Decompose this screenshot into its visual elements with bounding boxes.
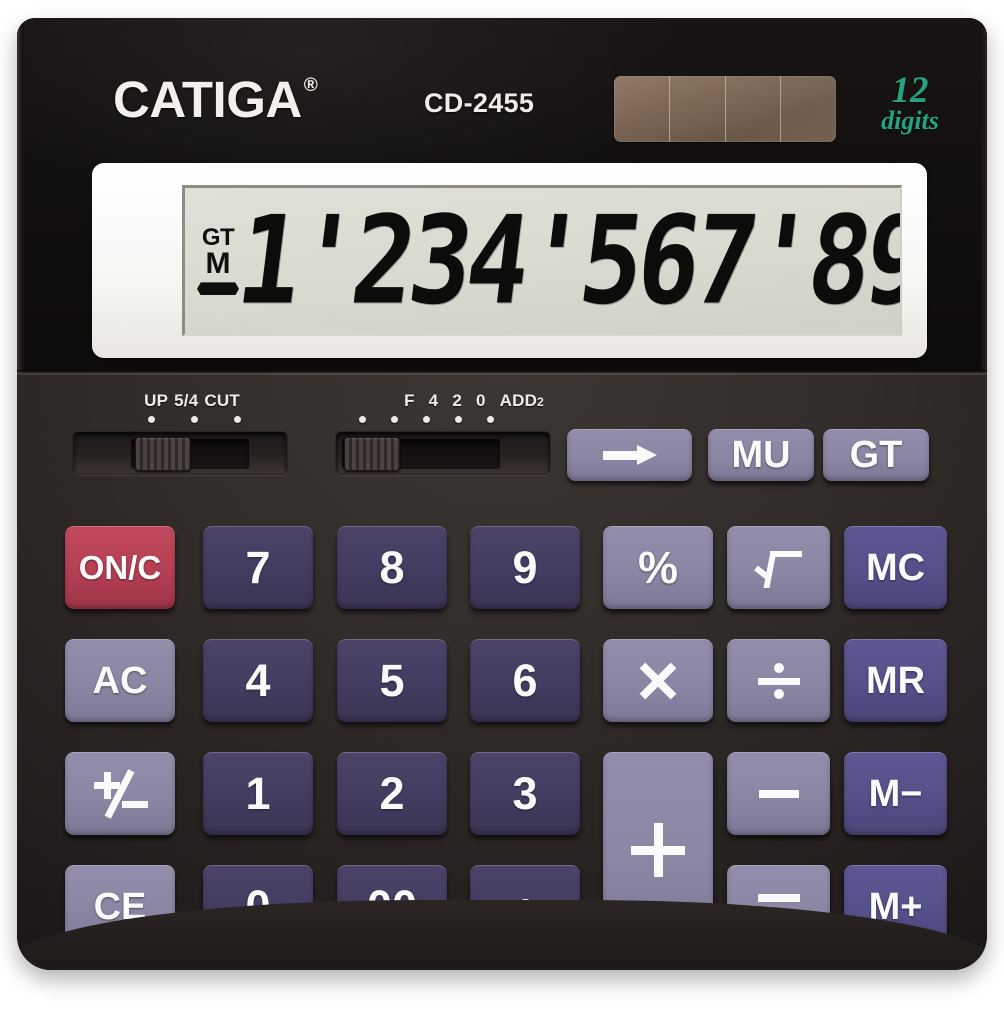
multiply-icon	[637, 660, 679, 702]
brand-logo: CATIGA ®	[113, 74, 318, 125]
markup-key[interactable]: MU	[708, 429, 814, 481]
square-root-icon	[753, 547, 802, 589]
minus-icon	[758, 789, 799, 798]
plus-minus-icon	[92, 768, 148, 819]
upper-panel: CATIGA ® CD-2455 12 digits GT M 1'234'56…	[17, 18, 987, 373]
digit-2-key-label: 2	[379, 768, 405, 819]
digit-8-key-label: 8	[379, 542, 405, 593]
digit-4-key[interactable]: 4	[203, 639, 313, 722]
solar-cell	[669, 76, 726, 142]
digit-capacity-word: digits	[881, 105, 939, 135]
digit-capacity-label: 12 digits	[862, 72, 958, 134]
all-clear-key-label: AC	[92, 659, 148, 702]
digit-5-key[interactable]: 5	[337, 639, 447, 722]
lcd-indicator-cluster: GT M	[197, 223, 239, 296]
brand-name: CATIGA	[113, 71, 302, 128]
lcd-value: 1'234'567'890.12	[230, 190, 902, 332]
digit-5-key-label: 5	[379, 655, 405, 706]
memory-minus-key[interactable]: M−	[844, 752, 947, 835]
grand-total-indicator: GT	[201, 223, 235, 251]
subtract-key[interactable]	[727, 752, 830, 835]
digit-9-key[interactable]: 9	[470, 526, 580, 609]
grand-total-key-label: GT	[849, 434, 903, 476]
on-clear-key-label: ON/C	[78, 549, 162, 586]
digit-8-key[interactable]: 8	[337, 526, 447, 609]
digit-1-key-label: 1	[245, 768, 271, 819]
markup-key-label: MU	[731, 434, 791, 476]
digit-7-key-label: 7	[245, 542, 271, 593]
digit-9-key-label: 9	[512, 542, 538, 593]
lcd-display: GT M 1'234'567'890.12	[182, 185, 902, 336]
digit-7-key[interactable]: 7	[203, 526, 313, 609]
memory-minus-key-label: M−	[868, 772, 923, 815]
body-right-edge	[981, 18, 987, 373]
plus-icon	[631, 823, 685, 877]
memory-indicator: M	[205, 246, 231, 280]
digit-4-key-label: 4	[245, 655, 271, 706]
sign-toggle-key[interactable]	[65, 752, 175, 835]
multiply-key[interactable]	[603, 639, 713, 722]
key-grid: MU GT ON/C 7 8 9 % MC AC 4 5 6 MR 1 2 3 …	[17, 373, 987, 970]
digit-capacity-number: 12	[891, 70, 929, 111]
all-clear-key[interactable]: AC	[65, 639, 175, 722]
solar-panel	[614, 76, 836, 142]
digit-1-key[interactable]: 1	[203, 752, 313, 835]
digit-6-key-label: 6	[512, 655, 538, 706]
grand-total-key[interactable]: GT	[823, 429, 929, 481]
digit-3-key-label: 3	[512, 768, 538, 819]
right-arrow-icon	[602, 445, 657, 465]
model-number: CD-2455	[424, 88, 535, 118]
memory-clear-key[interactable]: MC	[844, 526, 947, 609]
digit-6-key[interactable]: 6	[470, 639, 580, 722]
on-clear-key[interactable]: ON/C	[65, 526, 175, 609]
digit-3-key[interactable]: 3	[470, 752, 580, 835]
square-root-key[interactable]	[727, 526, 830, 609]
negative-sign-indicator	[197, 282, 239, 296]
keypad-panel: UP 5/4 CUT F 4 2 0 ADD2 MU GT ON/C 7 8 9…	[17, 373, 987, 970]
divide-key[interactable]	[727, 639, 830, 722]
solar-cell	[781, 76, 836, 142]
calculator-body: CATIGA ® CD-2455 12 digits GT M 1'234'56…	[17, 18, 987, 970]
digit-2-key[interactable]: 2	[337, 752, 447, 835]
backspace-key[interactable]	[567, 429, 692, 481]
memory-clear-key-label: MC	[865, 546, 926, 589]
solar-cell	[614, 76, 670, 142]
body-left-edge	[17, 18, 24, 373]
memory-recall-key[interactable]: MR	[844, 639, 947, 722]
divide-icon	[757, 662, 800, 699]
memory-recall-key-label: MR	[865, 659, 926, 702]
registered-trademark-icon: ®	[303, 75, 318, 96]
display-bezel: GT M 1'234'567'890.12	[92, 163, 927, 358]
solar-cell	[725, 76, 782, 142]
percent-key[interactable]: %	[603, 526, 713, 609]
percent-key-label: %	[637, 542, 678, 593]
